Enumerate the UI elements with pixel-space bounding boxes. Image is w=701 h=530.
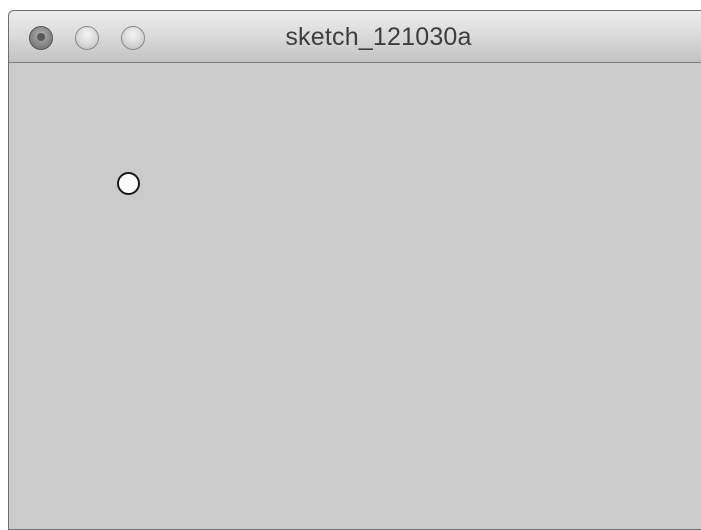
sketch-canvas[interactable] (9, 63, 701, 529)
circle-shape (117, 172, 140, 195)
window-title: sketch_121030a (285, 23, 472, 51)
app-window: sketch_121030a (8, 10, 701, 530)
title-bar[interactable]: sketch_121030a (9, 11, 701, 63)
